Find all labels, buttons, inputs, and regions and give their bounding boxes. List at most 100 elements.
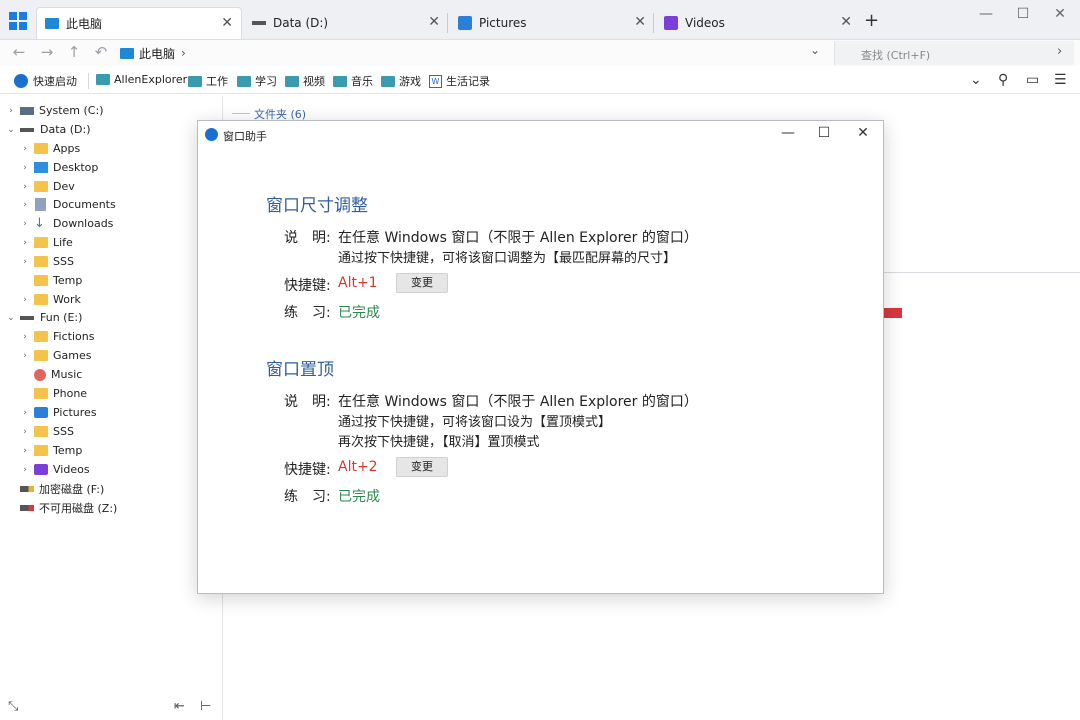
align-tree-icon[interactable]: ⇤	[174, 699, 185, 714]
bookmark-quick-launch[interactable]: 快速启动	[14, 73, 77, 89]
tree-item-encrypted-f[interactable]: 加密磁盘 (F:)	[6, 479, 104, 498]
expand-chevron-icon[interactable]: ›	[20, 219, 30, 229]
bookmark-allenexplorer[interactable]: AllenExplorer	[96, 73, 187, 86]
dialog-minimize-button[interactable]: —	[779, 125, 797, 141]
tab-videos[interactable]: Videos ✕	[656, 7, 860, 39]
close-tab-icon[interactable]: ✕	[221, 15, 233, 31]
tree-item-data-d[interactable]: ⌄ Data (D:)	[6, 120, 90, 139]
expand-chevron-icon[interactable]: ›	[20, 182, 30, 192]
tree-item-pictures[interactable]: › Pictures	[20, 403, 96, 422]
forward-arrow-icon[interactable]: →	[38, 43, 56, 61]
expand-chevron-icon[interactable]: ›	[20, 446, 30, 456]
dialog-close-button[interactable]: ✕	[854, 125, 872, 141]
address-path[interactable]: 此电脑 ›	[120, 41, 830, 65]
expand-chevron-icon[interactable]: ›	[20, 257, 30, 267]
tree-item-documents[interactable]: › Documents	[20, 195, 116, 214]
bookmark-work[interactable]: 工作	[188, 73, 228, 89]
tree-item-desktop[interactable]: › Desktop	[20, 158, 98, 177]
up-arrow-icon[interactable]: ↑	[65, 43, 83, 61]
tree-item-dev[interactable]: › Dev	[20, 177, 75, 196]
expand-chevron-icon[interactable]: ›	[20, 163, 30, 173]
collapse-chevron-icon[interactable]: ⌄	[6, 313, 16, 323]
tree-structure-icon[interactable]: ⊢	[200, 699, 211, 714]
collapse-chevron-icon[interactable]: ⌄	[6, 125, 16, 135]
tree-item-fun-e[interactable]: ⌄ Fun (E:)	[6, 308, 82, 327]
tree-item-fictions[interactable]: › Fictions	[20, 327, 94, 346]
bookmark-life-records[interactable]: W 生活记录	[429, 73, 490, 89]
search-go-icon[interactable]: ›	[1057, 44, 1062, 59]
close-window-button[interactable]: ✕	[1050, 6, 1070, 22]
menu-icon[interactable]: ☰	[1054, 72, 1067, 88]
tab-data-d[interactable]: Data (D:) ✕	[244, 7, 448, 39]
minimize-button[interactable]: —	[976, 6, 996, 22]
close-tab-icon[interactable]: ✕	[634, 14, 646, 30]
tree-label: Music	[51, 368, 83, 381]
folder-icon	[34, 426, 48, 437]
expand-chevron-icon[interactable]: ›	[20, 351, 30, 361]
path-separator-icon[interactable]: ›	[181, 46, 186, 60]
tree-item-system-c[interactable]: › System (C:)	[6, 101, 103, 120]
tree-item-unavailable-z[interactable]: 不可用磁盘 (Z:)	[6, 498, 117, 517]
description-line: 通过按下快捷键，可将该窗口调整为【最匹配屏幕的尺寸】	[338, 251, 677, 266]
tree-item-sss[interactable]: › SSS	[20, 252, 74, 271]
word-doc-icon: W	[429, 74, 442, 88]
tree-item-work[interactable]: › Work	[20, 290, 81, 309]
system-drive-icon	[20, 106, 34, 115]
expand-double-chevron-icon[interactable]: ⌄	[970, 72, 982, 88]
bookmark-music[interactable]: 音乐	[333, 73, 373, 89]
tab-label: Data (D:)	[273, 16, 329, 30]
tab-label: 此电脑	[66, 17, 103, 31]
search-input[interactable]: 查找 (Ctrl+F)	[834, 41, 1074, 65]
bookmark-study[interactable]: 学习	[237, 73, 277, 89]
bookmark-label: 快速启动	[33, 75, 77, 88]
bookmark-video[interactable]: 视频	[285, 73, 325, 89]
expand-chevron-icon[interactable]: ›	[20, 332, 30, 342]
maximize-button[interactable]: ☐	[1013, 6, 1033, 22]
bookmark-games[interactable]: 游戏	[381, 73, 421, 89]
undo-icon[interactable]: ↶	[92, 43, 110, 61]
back-arrow-icon[interactable]: ←	[10, 43, 28, 61]
tab-pictures[interactable]: Pictures ✕	[450, 7, 654, 39]
layout-panel-icon[interactable]: ▭	[1026, 72, 1039, 88]
expand-chevron-icon[interactable]: ›	[20, 295, 30, 305]
practice-label: 练 习:	[284, 305, 331, 321]
hotkey-label: 快捷键:	[284, 278, 331, 294]
bookmark-label: AllenExplorer	[114, 73, 188, 86]
videos-icon	[664, 16, 678, 30]
tree-item-music[interactable]: Music	[20, 365, 82, 384]
tree-item-temp[interactable]: Temp	[20, 271, 82, 290]
expand-chevron-icon[interactable]: ›	[20, 408, 30, 418]
change-hotkey-button[interactable]: 变更	[396, 457, 448, 477]
change-hotkey-button[interactable]: 变更	[396, 273, 448, 293]
tree-label: Apps	[53, 142, 81, 155]
expand-chevron-icon[interactable]: ›	[20, 238, 30, 248]
tree-label: Life	[53, 236, 73, 249]
tree-item-downloads[interactable]: › ↓ Downloads	[20, 214, 113, 233]
tab-this-pc[interactable]: 此电脑 ✕	[36, 7, 242, 39]
search-icon[interactable]: ⚲	[998, 72, 1008, 88]
expand-chevron-icon[interactable]: ›	[20, 427, 30, 437]
tree-item-phone[interactable]: Phone	[20, 384, 87, 403]
collapse-all-icon[interactable]: ⤡	[8, 699, 18, 714]
bookmark-label: 视频	[303, 75, 325, 88]
description-line: 再次按下快捷键，【取消】置顶模式	[338, 435, 540, 450]
tree-item-temp-e[interactable]: › Temp	[20, 441, 82, 460]
expand-chevron-icon[interactable]: ›	[20, 144, 30, 154]
tree-item-videos[interactable]: › Videos	[20, 460, 89, 479]
address-history-chevron-icon[interactable]: ⌄	[810, 43, 820, 57]
tree-item-life[interactable]: › Life	[20, 233, 73, 252]
expand-chevron-icon[interactable]: ›	[20, 200, 30, 210]
path-segment[interactable]: 此电脑	[139, 45, 175, 62]
dialog-maximize-button[interactable]: ☐	[815, 125, 833, 141]
tree-item-games[interactable]: › Games	[20, 346, 91, 365]
tree-item-sss-e[interactable]: › SSS	[20, 422, 74, 441]
close-tab-icon[interactable]: ✕	[428, 14, 440, 30]
expand-chevron-icon[interactable]: ›	[6, 106, 16, 116]
close-tab-icon[interactable]: ✕	[840, 14, 852, 30]
tree-item-apps[interactable]: › Apps	[20, 139, 80, 158]
app-logo-icon[interactable]	[9, 12, 27, 30]
new-tab-button[interactable]: +	[864, 10, 879, 31]
drive-usage-bar	[884, 308, 902, 318]
expand-chevron-icon[interactable]: ›	[20, 465, 30, 475]
description-line: 在任意 Windows 窗口（不限于 Allen Explorer 的窗口）	[338, 230, 698, 246]
